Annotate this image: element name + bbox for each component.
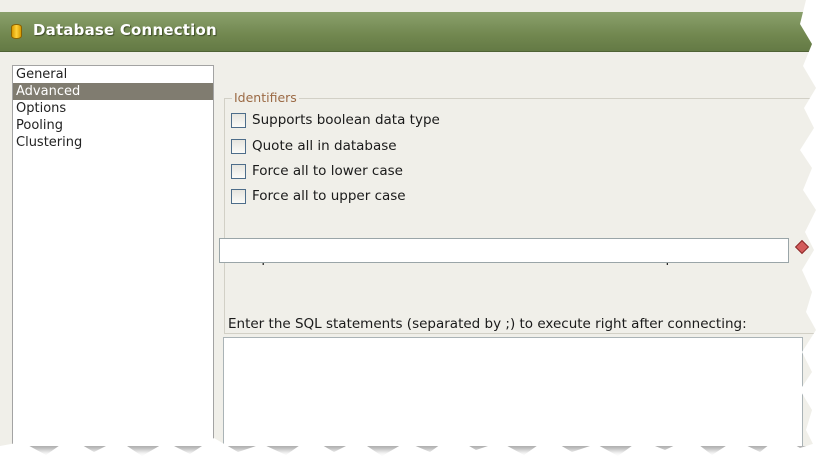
quote-all-option[interactable]: Quote all in database	[231, 136, 397, 156]
sql-statements-label: Enter the SQL statements (separated by ;…	[228, 316, 747, 332]
database-connection-dialog: Database Connection General Advanced Opt…	[0, 0, 822, 446]
supports-boolean-option[interactable]: Supports boolean data type	[231, 110, 440, 130]
nav-item-general[interactable]: General	[13, 66, 213, 83]
force-lower-checkbox[interactable]	[231, 163, 246, 179]
supports-boolean-checkbox[interactable]	[231, 112, 246, 128]
force-upper-checkbox[interactable]	[231, 188, 246, 204]
nav-item-pooling[interactable]: Pooling	[13, 117, 213, 134]
identifiers-legend: Identifiers	[232, 90, 299, 105]
category-list: General Advanced Options Pooling Cluster…	[12, 65, 214, 446]
force-lower-option[interactable]: Force all to lower case	[231, 161, 403, 181]
force-lower-label: Force all to lower case	[252, 163, 403, 179]
nav-item-advanced[interactable]: Advanced	[13, 83, 213, 100]
force-upper-label: Force all to upper case	[252, 188, 406, 204]
database-icon	[11, 24, 22, 39]
dialog-title: Database Connection	[33, 21, 217, 39]
nav-item-clustering[interactable]: Clustering	[13, 134, 213, 151]
force-upper-option[interactable]: Force all to upper case	[231, 186, 406, 206]
quote-all-checkbox[interactable]	[231, 138, 246, 154]
sql-statements-textarea[interactable]	[223, 337, 803, 446]
title-bar: Database Connection	[0, 12, 822, 52]
supports-boolean-label: Supports boolean data type	[252, 112, 440, 128]
identifiers-group: Identifiers Supports boolean data type Q…	[224, 90, 822, 334]
preferred-schema-input[interactable]	[219, 238, 789, 263]
quote-all-label: Quote all in database	[252, 138, 397, 154]
advanced-settings-pane: Identifiers Supports boolean data type Q…	[214, 60, 822, 446]
nav-item-options[interactable]: Options	[13, 100, 213, 117]
